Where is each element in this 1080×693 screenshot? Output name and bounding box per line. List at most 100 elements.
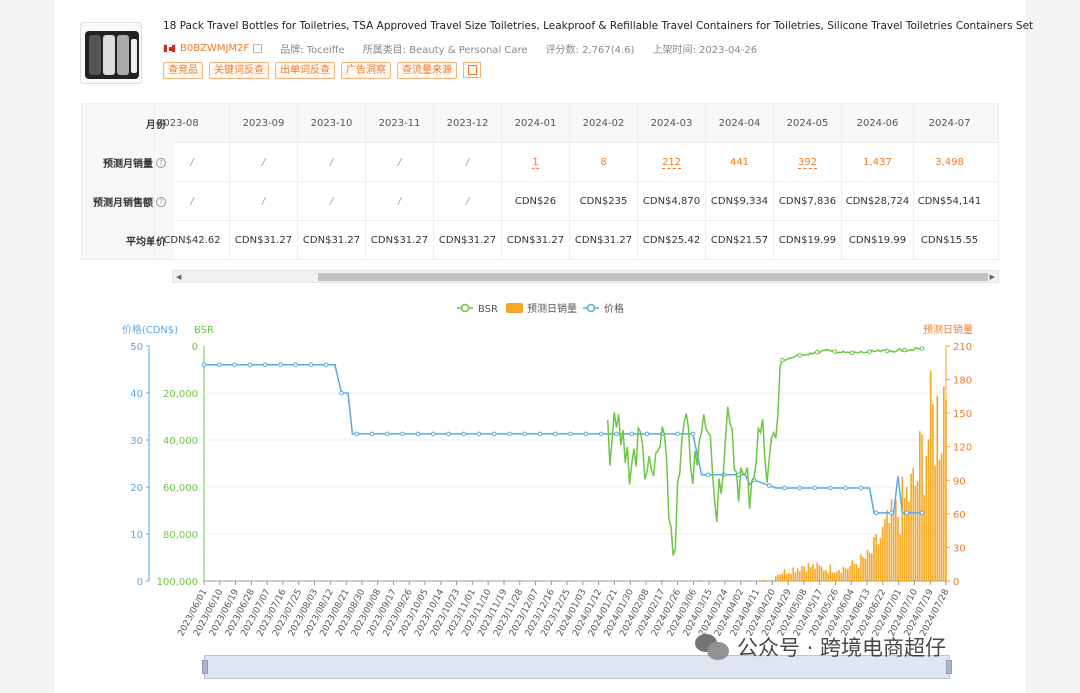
cell-value: CDN$42.62 xyxy=(163,235,221,246)
table-cell: / xyxy=(229,143,297,182)
cell-value[interactable]: 1 xyxy=(532,157,539,169)
tag-order-keyword-button[interactable]: 出单词反查 xyxy=(275,62,335,79)
units-bar xyxy=(857,567,860,581)
cell-value: CDN$21.57 xyxy=(710,235,769,246)
product-title[interactable]: 18 Pack Travel Bottles for Toiletries, T… xyxy=(163,20,1033,32)
table-cell: CDN$26 xyxy=(501,182,569,221)
cell-value[interactable]: 3,498 xyxy=(935,157,964,168)
tag-keyword-reverse-button[interactable]: 关键词反查 xyxy=(209,62,269,79)
cell-value: / xyxy=(397,196,402,207)
units-bar xyxy=(921,434,923,581)
cell-value: CDN$31.27 xyxy=(438,235,497,246)
table-cell: 2024-05 xyxy=(773,104,841,143)
table-cell: / xyxy=(154,182,229,221)
units-bar xyxy=(927,439,930,581)
units-bar xyxy=(888,523,891,581)
scrollbar-thumb[interactable] xyxy=(318,273,988,281)
cell-value: 2024-06 xyxy=(856,118,899,129)
table-cell: 2023-10 xyxy=(297,104,365,143)
bsr-tick-label: 40,000 xyxy=(163,436,198,447)
price-line xyxy=(204,364,925,514)
units-bar xyxy=(895,499,897,581)
units-bar xyxy=(851,560,853,581)
axis-title-bsr: BSR xyxy=(194,325,214,336)
cell-value: 2023-10 xyxy=(310,118,353,129)
units-bar xyxy=(912,467,915,581)
cell-value[interactable]: 212 xyxy=(661,157,682,169)
units-bar xyxy=(849,565,851,581)
product-thumbnail[interactable] xyxy=(80,22,142,84)
price-point xyxy=(262,362,268,368)
tag-traffic-source-button[interactable]: 查流量来源 xyxy=(397,62,457,79)
cell-value: / xyxy=(465,196,470,207)
table-cell: CDN$15.55 xyxy=(913,221,985,259)
cell-value[interactable]: 8 xyxy=(600,157,606,168)
table-cell: 2024-02 xyxy=(569,104,637,143)
table-scrollbar[interactable]: ◀ ▶ xyxy=(172,270,999,283)
units-bar xyxy=(840,572,843,581)
price-tick-label: 40 xyxy=(130,389,143,400)
cell-value[interactable]: 392 xyxy=(797,157,818,169)
price-point xyxy=(278,362,283,368)
row-header-label: 预测月销量 xyxy=(103,159,153,170)
tag-competitors-button[interactable]: 查竞品 xyxy=(163,62,203,79)
units-bar xyxy=(881,526,884,581)
units-tick-label: 90 xyxy=(953,476,966,487)
price-point xyxy=(537,431,543,437)
zoom-handle-right[interactable] xyxy=(946,660,952,674)
units-bar xyxy=(805,571,808,581)
cell-value: / xyxy=(329,157,334,168)
price-point xyxy=(766,483,772,488)
units-bar xyxy=(781,573,784,581)
units-bar xyxy=(790,574,792,581)
table-cell: CDN$19.99 xyxy=(773,221,841,259)
price-point xyxy=(782,485,787,491)
cell-value: 2024-04 xyxy=(718,118,761,129)
price-point xyxy=(873,510,879,516)
units-bar xyxy=(798,571,801,581)
table-cell: 2023-12 xyxy=(433,104,501,143)
table-cell: 441 xyxy=(705,143,773,182)
units-bar xyxy=(818,565,821,581)
rating-text: 评分数: 2,767(4.6) xyxy=(545,45,635,56)
table-cell: 1,437 xyxy=(841,143,913,182)
units-bar xyxy=(796,568,799,581)
zoom-handle-left[interactable] xyxy=(202,660,208,674)
cell-value: 2023-09 xyxy=(242,118,285,129)
units-bar xyxy=(770,579,773,581)
row-header-label: 预测月销售额 xyxy=(93,198,153,209)
price-point xyxy=(843,485,848,491)
cell-value: / xyxy=(329,196,334,207)
units-tick-label: 0 xyxy=(953,577,959,588)
asin-link[interactable]: B0BZWMJM2F xyxy=(180,43,249,54)
external-link-icon[interactable] xyxy=(253,44,263,53)
units-bar xyxy=(774,576,777,581)
price-point xyxy=(339,390,344,396)
scroll-right-icon[interactable]: ▶ xyxy=(990,273,995,281)
units-bar xyxy=(698,579,701,581)
price-point xyxy=(323,362,329,368)
bsr-point xyxy=(902,347,907,353)
price-point xyxy=(232,362,237,368)
table-cell: 2024-03 xyxy=(637,104,705,143)
cell-value: CDN$31.27 xyxy=(506,235,565,246)
cell-value[interactable]: 441 xyxy=(730,157,749,168)
scroll-left-icon[interactable]: ◀ xyxy=(176,273,181,281)
cell-value: 2024-05 xyxy=(786,118,829,129)
units-bar xyxy=(785,573,788,581)
table-cell: / xyxy=(154,143,229,182)
table-cell: / xyxy=(433,182,501,221)
cell-value: CDN$4,870 xyxy=(642,196,701,207)
table-cell: CDN$4,870 xyxy=(637,182,705,221)
tag-ad-insight-button[interactable]: 广告洞察 xyxy=(341,62,391,79)
cell-value: CDN$25.42 xyxy=(642,235,701,246)
table-cell: 2023-09 xyxy=(229,104,297,143)
units-bar xyxy=(829,564,832,581)
calculator-icon[interactable] xyxy=(463,62,481,78)
table-cell: 392 xyxy=(773,143,841,182)
price-point xyxy=(629,431,635,437)
table-cell: / xyxy=(229,182,297,221)
cell-value[interactable]: 1,437 xyxy=(863,157,892,168)
units-bar xyxy=(879,538,882,581)
price-point xyxy=(293,362,298,368)
